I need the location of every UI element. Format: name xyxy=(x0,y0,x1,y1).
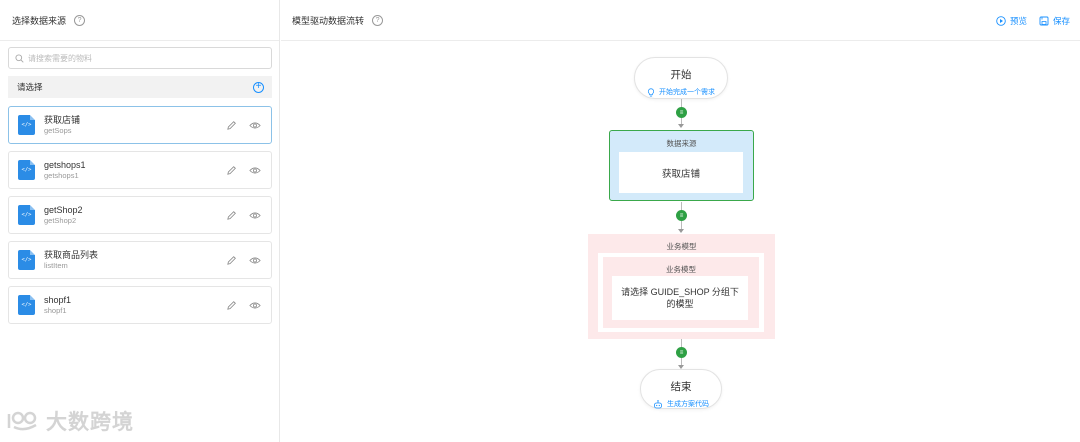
save-icon xyxy=(1039,16,1049,26)
list-item[interactable]: </> 获取商品列表 listItem xyxy=(8,241,272,279)
flow-title: 模型驱动数据流转 xyxy=(292,15,365,26)
start-node[interactable]: 开始 开始完成一个需求 xyxy=(634,57,728,99)
item-id: shopf1 xyxy=(44,306,67,315)
save-button[interactable]: 保存 xyxy=(1039,15,1070,27)
item-name: 获取店铺 xyxy=(44,115,81,125)
item-name: shopf1 xyxy=(44,295,72,305)
watermark-text: 大数跨境 xyxy=(46,411,134,434)
item-name: 获取商品列表 xyxy=(44,250,99,260)
item-id: getShop2 xyxy=(44,216,77,225)
business-model-select[interactable]: 请选择 GUIDE_SHOP 分组下的模型 xyxy=(612,276,748,320)
datasource-title: 数据来源 xyxy=(666,139,697,148)
edit-pencil-icon[interactable] xyxy=(225,254,238,267)
lightbulb-icon xyxy=(647,87,655,96)
start-subtitle: 开始完成一个需求 xyxy=(659,89,715,96)
code-file-icon: </> xyxy=(18,295,35,315)
item-name: getShop2 xyxy=(44,205,83,215)
edit-pencil-icon[interactable] xyxy=(225,209,238,222)
business-model-frame: 业务模型 请选择 GUIDE_SHOP 分组下的模型 xyxy=(598,253,764,332)
arrow-down-icon xyxy=(678,124,684,128)
business-model-inner-title: 业务模型 xyxy=(666,265,696,274)
list-item[interactable]: </> 获取店铺 getSops xyxy=(8,106,272,144)
help-icon[interactable]: ? xyxy=(74,14,86,26)
item-id: getshops1 xyxy=(44,171,79,180)
watermark: 大数跨境 xyxy=(6,406,134,436)
datasource-node[interactable]: 数据来源 获取店铺 xyxy=(609,130,754,201)
data-source-panel: 选择数据来源 ? 请选择 + </> 获取店铺 getSops </> gets… xyxy=(0,0,280,442)
select-bar[interactable]: 请选择 + xyxy=(8,76,272,98)
add-node-dot[interactable]: ≡ xyxy=(676,107,687,118)
view-eye-icon[interactable] xyxy=(248,164,261,177)
help-icon[interactable]: ? xyxy=(372,14,384,26)
start-title: 开始 xyxy=(670,69,692,81)
list-item[interactable]: </> shopf1 shopf1 xyxy=(8,286,272,324)
flow-header: 模型驱动数据流转 ? 预览 保存 xyxy=(281,0,1080,41)
datasource-value[interactable]: 获取店铺 xyxy=(619,152,743,193)
end-node[interactable]: 结束 生成方案代码 xyxy=(640,369,722,409)
item-id: getSops xyxy=(44,126,72,135)
edit-pencil-icon[interactable] xyxy=(225,119,238,132)
end-title: 结束 xyxy=(670,381,692,393)
list-item[interactable]: </> getshops1 getshops1 xyxy=(8,151,272,189)
list-item[interactable]: </> getShop2 getShop2 xyxy=(8,196,272,234)
select-label: 请选择 xyxy=(17,82,43,92)
arrow-down-icon xyxy=(678,229,684,233)
edit-pencil-icon[interactable] xyxy=(225,164,238,177)
watermark-logo-icon xyxy=(7,411,37,431)
robot-icon xyxy=(654,399,662,408)
search-input[interactable] xyxy=(28,53,258,63)
data-source-header: 选择数据来源 ? xyxy=(0,0,279,41)
item-id: listItem xyxy=(44,261,68,270)
code-file-icon: </> xyxy=(18,250,35,270)
add-plus-icon[interactable]: + xyxy=(253,81,264,93)
material-search[interactable] xyxy=(8,47,272,69)
view-eye-icon[interactable] xyxy=(248,119,261,132)
save-label: 保存 xyxy=(1052,16,1070,26)
play-circle-icon xyxy=(996,16,1006,26)
preview-button[interactable]: 预览 xyxy=(996,15,1027,27)
view-eye-icon[interactable] xyxy=(248,209,261,222)
search-icon xyxy=(15,53,24,63)
preview-label: 预览 xyxy=(1009,16,1027,26)
add-node-dot[interactable]: ≡ xyxy=(676,347,687,358)
add-node-dot[interactable]: ≡ xyxy=(676,210,687,221)
edit-pencil-icon[interactable] xyxy=(225,299,238,312)
code-file-icon: </> xyxy=(18,160,35,180)
item-name: getshops1 xyxy=(44,160,86,170)
code-file-icon: </> xyxy=(18,115,35,135)
view-eye-icon[interactable] xyxy=(248,299,261,312)
end-subtitle: 生成方案代码 xyxy=(667,401,709,408)
view-eye-icon[interactable] xyxy=(248,254,261,267)
business-model-node[interactable]: 业务模型 业务模型 请选择 GUIDE_SHOP 分组下的模型 xyxy=(588,234,775,339)
business-model-title: 业务模型 xyxy=(666,242,697,251)
data-source-title: 选择数据来源 xyxy=(12,15,67,26)
code-file-icon: </> xyxy=(18,205,35,225)
